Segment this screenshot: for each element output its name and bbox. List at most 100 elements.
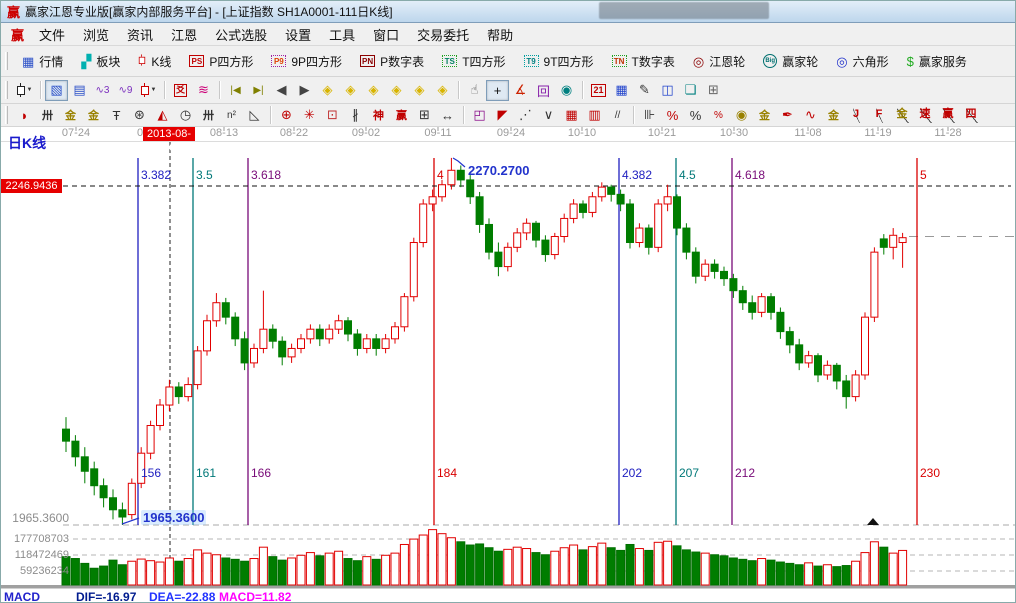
red-grid-2-icon[interactable]: ▥: [583, 105, 606, 126]
parallel-lines-icon[interactable]: //: [606, 105, 629, 126]
n-square-icon[interactable]: n²: [220, 105, 243, 126]
gold-circle-icon[interactable]: ◉: [730, 105, 753, 126]
spiral-icon[interactable]: ◉: [555, 80, 578, 101]
kline-button[interactable]: K线: [129, 48, 180, 74]
menu-item-1[interactable]: 文件: [30, 23, 74, 46]
trend-lines-icon[interactable]: ⋰: [514, 105, 537, 126]
notes-icon[interactable]: ✎: [633, 80, 656, 101]
winner-wheel-button[interactable]: Big赢家轮: [754, 48, 827, 74]
chart-area[interactable]: 07-2408-1308-2209-0209-1109-2410-1010-21…: [1, 127, 1016, 603]
four-angle-icon[interactable]: 四: [960, 105, 983, 126]
toolbar-grip[interactable]: [5, 52, 8, 70]
gann-shell-tool-icon[interactable]: ◗: [13, 105, 36, 126]
width-measure-icon[interactable]: ↔: [436, 105, 459, 126]
percent-line-icon[interactable]: %: [661, 105, 684, 126]
f-ruler-icon[interactable]: Ŧ: [105, 105, 128, 126]
calendar-icon[interactable]: 21: [587, 80, 610, 101]
star-grid-icon[interactable]: ✳: [298, 105, 321, 126]
ying-tool-icon[interactable]: 赢: [390, 105, 413, 126]
gold-grid-2-icon[interactable]: 金: [82, 105, 105, 126]
angle-measure-icon[interactable]: ∡: [509, 80, 532, 101]
hand-tool-icon[interactable]: ☝: [463, 80, 486, 101]
tick-ruler-icon[interactable]: 卅: [197, 105, 220, 126]
menu-item-5[interactable]: 公式选股: [206, 23, 276, 46]
shen-tool-icon[interactable]: 神: [367, 105, 390, 126]
menu-item-2[interactable]: 浏览: [74, 23, 118, 46]
menu-item-7[interactable]: 工具: [320, 23, 364, 46]
invert-colors-icon[interactable]: ▧: [45, 80, 68, 101]
ying-angle-icon[interactable]: 赢: [937, 105, 960, 126]
compress-all-icon[interactable]: ◈: [385, 80, 408, 101]
j-angle-icon[interactable]: J: [845, 105, 868, 126]
chart-canvas[interactable]: [1, 127, 1016, 603]
minute9-chart-icon[interactable]: ∿9: [114, 80, 137, 101]
percent-icon[interactable]: %: [684, 105, 707, 126]
dotted-square-icon[interactable]: ⊡: [321, 105, 344, 126]
volume-profile-icon[interactable]: ≋: [192, 80, 215, 101]
gann-box-icon[interactable]: 回: [532, 80, 555, 101]
zoom-star-icon[interactable]: ◈: [408, 80, 431, 101]
kline-pattern-icon[interactable]: 爻: [169, 80, 192, 101]
time-cycle-clock-icon[interactable]: ◷: [174, 105, 197, 126]
9p-square-button[interactable]: P99P四方形: [262, 48, 351, 74]
toolbar-grip[interactable]: [5, 106, 8, 124]
menu-item-9[interactable]: 交易委托: [408, 23, 478, 46]
expand-horizontal-icon[interactable]: ◈: [362, 80, 385, 101]
box-fan-icon[interactable]: ◰: [468, 105, 491, 126]
t-number-table-button[interactable]: TNT数字表: [603, 48, 684, 74]
f10-info-icon[interactable]: ▤: [68, 80, 91, 101]
first-page-icon[interactable]: |◀: [224, 80, 247, 101]
toolbar-button-label: 9T四方形: [544, 53, 594, 70]
measure-bars-icon[interactable]: ⊪: [638, 105, 661, 126]
red-marker-tool-icon[interactable]: ◭: [151, 105, 174, 126]
winner-service-button[interactable]: $赢家服务: [898, 48, 976, 74]
golden-section-2-icon[interactable]: 金: [822, 105, 845, 126]
angle-ruler-icon[interactable]: ◺: [243, 105, 266, 126]
box-rays-icon[interactable]: ◤: [491, 105, 514, 126]
menu-item-4[interactable]: 江恩: [162, 23, 206, 46]
prev-page-icon[interactable]: ◀: [270, 80, 293, 101]
menu-item-6[interactable]: 设置: [276, 23, 320, 46]
k-gap-tool-icon[interactable]: ∦: [344, 105, 367, 126]
last-page-icon[interactable]: ▶|: [247, 80, 270, 101]
t-square-button[interactable]: TST四方形: [433, 48, 514, 74]
period-selector[interactable]: ▼: [13, 80, 36, 101]
numbered-grid-icon[interactable]: ⊞: [413, 105, 436, 126]
web-data-icon[interactable]: ❏: [679, 80, 702, 101]
quotes-button[interactable]: ▦行情: [13, 48, 72, 74]
compress-right-icon[interactable]: ◈: [339, 80, 362, 101]
macd-indicator-label[interactable]: MACD: [4, 590, 40, 603]
sectors-button[interactable]: ▞板块: [72, 48, 129, 74]
menu-item-3[interactable]: 资讯: [118, 23, 162, 46]
ink-tool-icon[interactable]: ✒: [776, 105, 799, 126]
gold-grid-1-icon[interactable]: 金: [59, 105, 82, 126]
f-angle-icon[interactable]: F: [868, 105, 891, 126]
crosshair-icon[interactable]: +: [486, 80, 509, 101]
expand-all-icon[interactable]: ◈: [431, 80, 454, 101]
wave-ruler-icon[interactable]: ∿: [799, 105, 822, 126]
save-icon[interactable]: ◫: [656, 80, 679, 101]
percent-retrace-icon[interactable]: %: [707, 105, 730, 126]
next-page-icon[interactable]: ▶: [293, 80, 316, 101]
time-ruler-icon[interactable]: 卅: [36, 105, 59, 126]
9t-square-button[interactable]: T99T四方形: [515, 48, 603, 74]
spiral-ruler-icon[interactable]: ⊛: [128, 105, 151, 126]
gann-wheel-button[interactable]: ◎江恩轮: [684, 48, 754, 74]
p-number-table-button[interactable]: PNP数字表: [351, 48, 433, 74]
p-square-button[interactable]: PSP四方形: [180, 48, 262, 74]
circle-cross-icon[interactable]: ⊕: [275, 105, 298, 126]
speed-angle-icon[interactable]: 速: [914, 105, 937, 126]
menu-item-8[interactable]: 窗口: [364, 23, 408, 46]
gold-angle-icon[interactable]: 金: [891, 105, 914, 126]
minute3-chart-icon[interactable]: ∿3: [91, 80, 114, 101]
calculator-icon[interactable]: ▦: [610, 80, 633, 101]
zigzag-icon[interactable]: ∨: [537, 105, 560, 126]
golden-section-icon[interactable]: 金: [753, 105, 776, 126]
remote-service-icon[interactable]: ⊞: [702, 80, 725, 101]
menu-item-10[interactable]: 帮助: [478, 23, 522, 46]
hexagon-button[interactable]: ◎六角形: [827, 48, 897, 74]
candle-style-selector[interactable]: ▼: [137, 80, 160, 101]
red-grid-icon[interactable]: ▦: [560, 105, 583, 126]
compress-left-icon[interactable]: ◈: [316, 80, 339, 101]
toolbar-grip[interactable]: [5, 81, 8, 99]
